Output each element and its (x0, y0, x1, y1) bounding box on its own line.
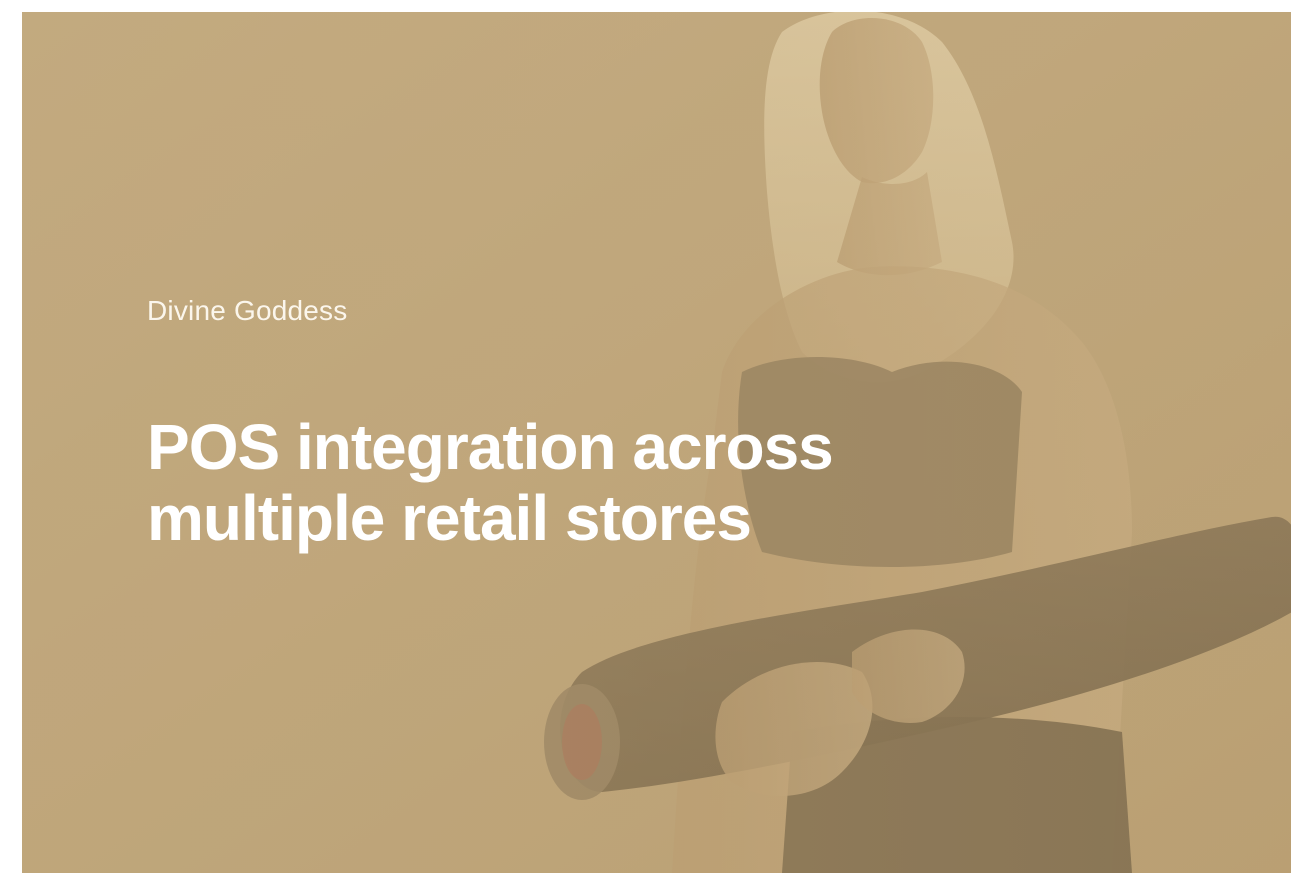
client-name: Divine Goddess (147, 295, 348, 326)
case-study-card[interactable]: Divine Goddess POS integration across mu… (22, 12, 1291, 873)
card-text: Divine Goddess POS integration across mu… (147, 294, 927, 555)
case-study-title[interactable]: POS integration across multiple retail s… (147, 411, 927, 555)
